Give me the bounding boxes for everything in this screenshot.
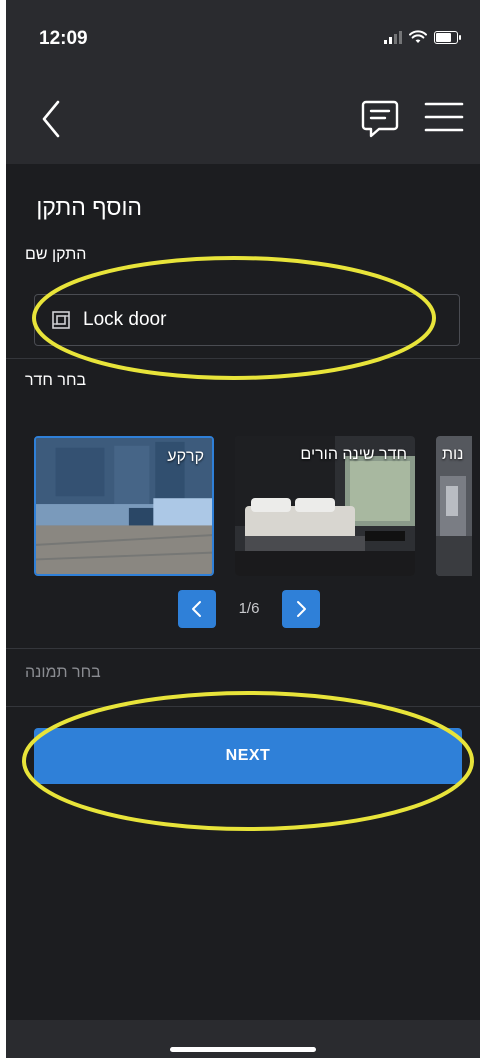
next-room-button[interactable] xyxy=(282,590,320,628)
next-button[interactable]: NEXT xyxy=(34,728,462,784)
device-icon xyxy=(52,311,70,329)
chevron-right-icon xyxy=(297,601,306,617)
prev-room-button[interactable] xyxy=(178,590,216,628)
divider xyxy=(6,648,480,649)
chevron-left-icon xyxy=(192,601,201,617)
divider xyxy=(6,706,480,707)
signal-icon xyxy=(384,30,402,44)
room-card-master-bedroom[interactable]: חדר שינה הורים xyxy=(235,436,415,576)
device-name-value: Lock door xyxy=(83,309,167,330)
room-card-label: נות xyxy=(442,446,464,463)
wifi-icon xyxy=(409,30,427,43)
room-card-ground-floor[interactable]: קרקע xyxy=(34,436,214,576)
bottom-bar xyxy=(6,1020,480,1058)
room-carousel: קרקע חדר שינה הורים נות xyxy=(34,436,472,576)
status-bar: 12:09 xyxy=(6,0,480,82)
divider xyxy=(6,358,480,359)
room-card-label: קרקע xyxy=(167,448,204,465)
room-card-label: חדר שינה הורים xyxy=(300,446,407,463)
nav-bar xyxy=(6,82,480,164)
room-card-third[interactable]: נות xyxy=(436,436,472,576)
select-picture-label[interactable]: בחר תמונה xyxy=(25,664,101,682)
room-pager: 1/6 xyxy=(178,590,320,628)
status-time: 12:09 xyxy=(39,28,88,49)
chat-button[interactable] xyxy=(360,96,400,140)
chat-icon xyxy=(361,100,399,138)
room-select-label: בחר חדר xyxy=(25,372,87,389)
battery-icon xyxy=(434,30,461,44)
device-name-label: התקן שם xyxy=(25,246,87,263)
status-icons xyxy=(384,30,461,44)
phone-screen: 12:09 הוסף התקן התקן שם Lock door בחר חד… xyxy=(6,0,480,1058)
back-button[interactable] xyxy=(32,94,72,144)
menu-button[interactable] xyxy=(422,96,466,140)
device-name-input[interactable]: Lock door xyxy=(34,294,460,346)
page-title: הוסף התקן xyxy=(36,194,142,220)
add-device-form: הוסף התקן התקן שם Lock door בחר חדר קרקע… xyxy=(6,164,480,1020)
page-indicator: 1/6 xyxy=(238,600,260,617)
chevron-left-icon xyxy=(42,100,60,138)
hamburger-menu-icon xyxy=(424,102,464,132)
home-indicator[interactable] xyxy=(170,1047,316,1052)
